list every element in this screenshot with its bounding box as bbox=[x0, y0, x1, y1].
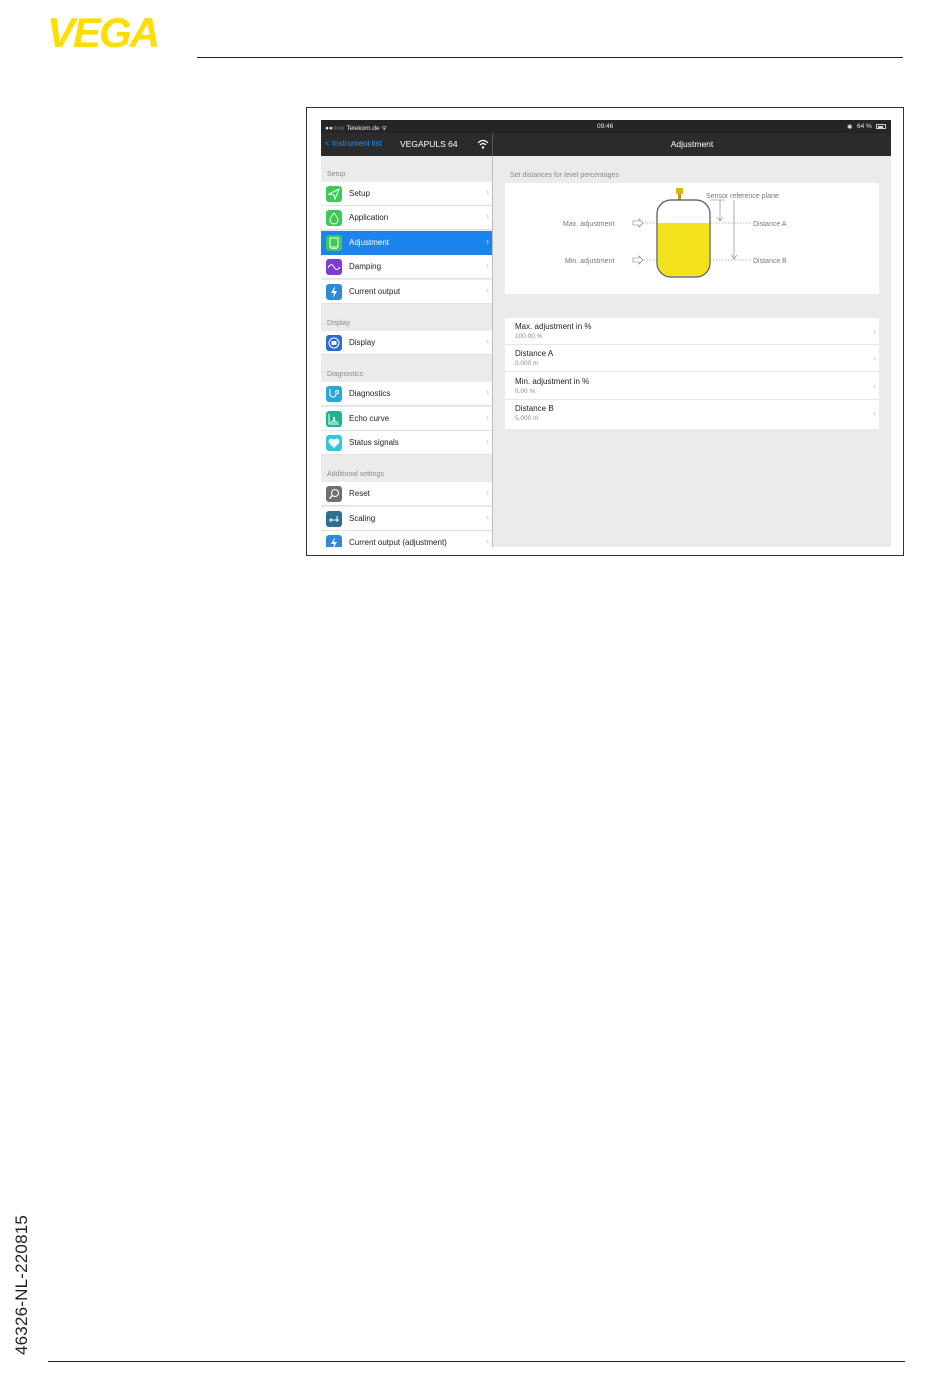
setting-title: Distance A bbox=[515, 349, 554, 358]
section-header-display: Display bbox=[327, 320, 350, 327]
adjustment-diagram: Sensor reference plane Max. adjustment D… bbox=[563, 188, 787, 278]
footer-rule bbox=[48, 1361, 905, 1362]
distance-a-label: Distance A bbox=[753, 221, 787, 228]
setting-row-min-adjustment[interactable]: Min. adjustment in % 0.00 % › bbox=[505, 373, 879, 400]
scaling-icon bbox=[326, 511, 342, 527]
battery-percent: 64 % bbox=[857, 123, 872, 130]
sidebar-item-scaling[interactable]: Scaling › bbox=[321, 507, 492, 531]
chevron-right-icon: › bbox=[873, 381, 876, 391]
sidebar-item-echo-curve[interactable]: Echo curve › bbox=[321, 407, 492, 431]
sidebar-item-label: Application bbox=[349, 213, 389, 222]
chevron-right-icon: › bbox=[486, 236, 489, 246]
lightning-icon bbox=[326, 535, 342, 547]
carrier-label: ●●○○○ Telekom.de ᯤ bbox=[325, 125, 388, 132]
paper-plane-icon bbox=[326, 186, 342, 202]
sidebar-item-label: Current output bbox=[349, 287, 401, 296]
chevron-right-icon: › bbox=[486, 387, 489, 397]
chevron-right-icon: › bbox=[486, 536, 489, 546]
setting-row-max-adjustment[interactable]: Max. adjustment in % 100.00 % › bbox=[505, 318, 879, 345]
sidebar-item-label: Reset bbox=[349, 489, 370, 498]
sidebar-item-label: Setup bbox=[349, 189, 370, 198]
section-caption: Set distances for level percentages bbox=[510, 172, 619, 179]
sidebar-item-label: Echo curve bbox=[349, 414, 390, 423]
chevron-right-icon: › bbox=[486, 436, 489, 446]
wifi-icon bbox=[477, 139, 489, 149]
heart-icon bbox=[326, 435, 342, 451]
sidebar-item-label: Status signals bbox=[349, 438, 399, 447]
sidebar-item-adjustment[interactable]: Adjustment › bbox=[321, 231, 492, 255]
sidebar-item-label: Current output (adjustment) bbox=[349, 538, 447, 547]
setting-value: 0.000 m bbox=[515, 360, 539, 367]
setting-value: 0.00 % bbox=[515, 388, 536, 395]
section-header-setup: Setup bbox=[327, 171, 346, 178]
echo-curve-icon bbox=[326, 411, 342, 427]
chevron-right-icon: › bbox=[873, 408, 876, 418]
page-title: Adjustment bbox=[670, 139, 714, 149]
stethoscope-icon bbox=[326, 386, 342, 402]
reset-icon bbox=[326, 486, 342, 502]
vega-logo: VEGA bbox=[47, 14, 160, 50]
display-icon bbox=[326, 335, 342, 351]
sidebar-item-label: Diagnostics bbox=[349, 389, 391, 398]
nav-bar: < Instrument list VEGAPULS 64 Adjustment bbox=[321, 133, 891, 156]
chevron-right-icon: › bbox=[486, 487, 489, 497]
adjustment-diagram-card: Sensor reference plane Max. adjustment D… bbox=[505, 183, 879, 294]
section-header-diagnostics: Diagnostics bbox=[327, 371, 364, 378]
min-adjustment-label: Min. adjustment bbox=[565, 258, 614, 265]
sidebar-item-current-output[interactable]: Current output › bbox=[321, 280, 492, 304]
sidebar-item-label: Damping bbox=[349, 262, 382, 271]
setting-row-distance-a[interactable]: Distance A 0.000 m › bbox=[505, 345, 879, 372]
chevron-right-icon: › bbox=[486, 285, 489, 295]
sensor-reference-plane-label: Sensor reference plane bbox=[706, 193, 779, 200]
chevron-right-icon: › bbox=[486, 412, 489, 422]
app-screen: ●●○○○ Telekom.de ᯤ 09:46 ✱ 64 % < Instru… bbox=[321, 120, 891, 547]
device-name: VEGAPULS 64 bbox=[400, 139, 458, 149]
sidebar-item-display[interactable]: Display › bbox=[321, 331, 492, 355]
sidebar-item-label: Scaling bbox=[349, 514, 376, 523]
sidebar-item-diagnostics[interactable]: Diagnostics › bbox=[321, 382, 492, 406]
logo-text: VEGA bbox=[47, 14, 158, 50]
detail-pane: Set distances for level percentages Sens… bbox=[493, 156, 891, 547]
chevron-right-icon: › bbox=[873, 353, 876, 363]
sidebar-item-label: Adjustment bbox=[349, 238, 390, 247]
screen-icon bbox=[326, 235, 342, 251]
sidebar-item-damping[interactable]: Damping › bbox=[321, 255, 492, 279]
clock: 09:46 bbox=[597, 123, 614, 130]
sidebar-item-reset[interactable]: Reset › bbox=[321, 482, 492, 506]
battery-icon bbox=[876, 124, 886, 129]
chevron-right-icon: › bbox=[486, 512, 489, 522]
header-rule bbox=[197, 57, 903, 58]
sidebar-item-application[interactable]: Application › bbox=[321, 206, 492, 230]
sidebar-item-current-output-adjustment[interactable]: Current output (adjustment) › bbox=[321, 531, 492, 547]
chevron-right-icon: › bbox=[486, 260, 489, 270]
setting-row-distance-b[interactable]: Distance B 5.000 m › bbox=[505, 400, 879, 427]
sidebar: Setup Setup › Application › Adjustment › bbox=[321, 156, 493, 547]
distance-b-label: Distance B bbox=[753, 258, 787, 265]
lightning-icon bbox=[326, 284, 342, 300]
bluetooth-icon: ✱ bbox=[847, 124, 853, 131]
back-button[interactable]: < Instrument list bbox=[325, 139, 382, 148]
wave-icon bbox=[326, 259, 342, 275]
setting-value: 100.00 % bbox=[515, 333, 543, 340]
chevron-right-icon: › bbox=[486, 211, 489, 221]
max-adjustment-label: Max. adjustment bbox=[563, 221, 614, 228]
setting-title: Distance B bbox=[515, 404, 554, 413]
sidebar-item-setup[interactable]: Setup › bbox=[321, 182, 492, 206]
chevron-right-icon: › bbox=[873, 326, 876, 336]
sidebar-item-status-signals[interactable]: Status signals › bbox=[321, 431, 492, 455]
chevron-right-icon: › bbox=[486, 187, 489, 197]
sensor-icon bbox=[676, 188, 683, 200]
status-bar: ●●○○○ Telekom.de ᯤ 09:46 ✱ 64 % bbox=[321, 120, 891, 133]
section-header-additional-settings: Additional settings bbox=[327, 471, 384, 478]
sidebar-item-label: Display bbox=[349, 338, 376, 347]
setting-value: 5.000 m bbox=[515, 415, 539, 422]
fill-level bbox=[658, 223, 709, 276]
tank-drop-icon bbox=[326, 210, 342, 226]
chevron-right-icon: › bbox=[486, 336, 489, 346]
setting-title: Min. adjustment in % bbox=[515, 377, 590, 386]
adjustment-settings-list: Max. adjustment in % 100.00 % › Distance… bbox=[505, 318, 879, 429]
document-code: 46326-NL-220815 bbox=[12, 1214, 31, 1355]
setting-title: Max. adjustment in % bbox=[515, 322, 592, 331]
